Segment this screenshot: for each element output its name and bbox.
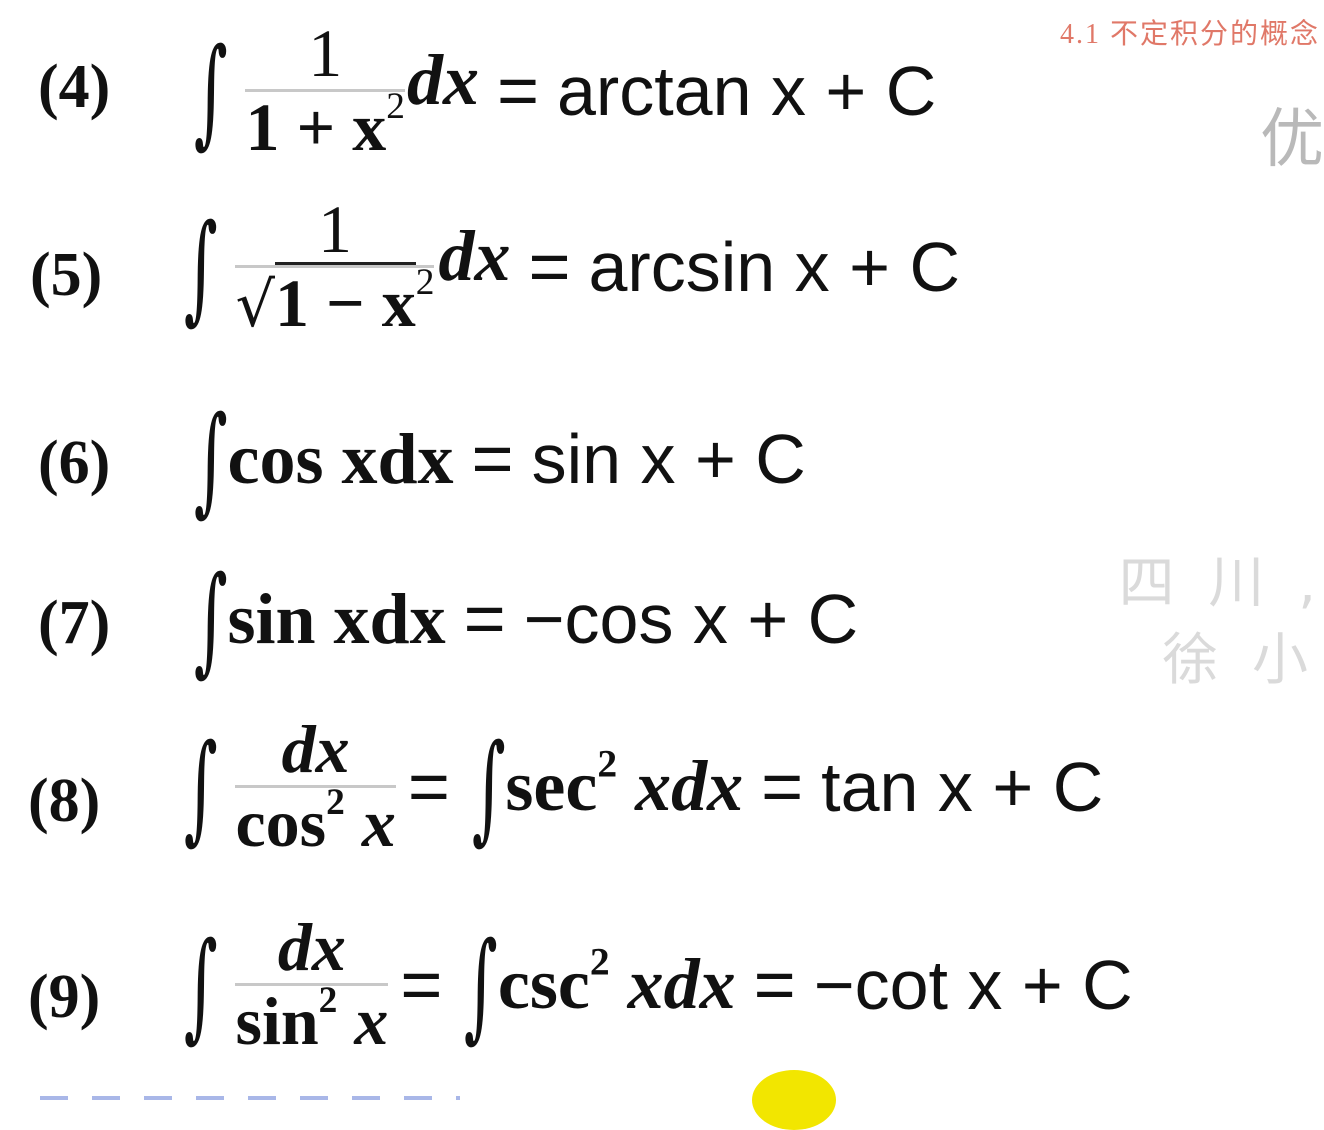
- equals-sign: =: [400, 944, 443, 1025]
- integral-sign: ∫: [183, 197, 218, 336]
- result: −cos x + C: [523, 580, 859, 658]
- integral-sign: ∫: [193, 21, 228, 160]
- formula-number: (7): [38, 589, 111, 657]
- numerator: dx: [277, 909, 346, 985]
- integrand: csc2 xdx: [497, 939, 736, 1025]
- equals-sign: =: [463, 579, 506, 659]
- integrand: sin xdx: [227, 578, 446, 659]
- formula-number: (8): [28, 767, 101, 835]
- integrand: sec2 xdx: [505, 741, 744, 827]
- watermark-middle: 四 川 ,: [1118, 551, 1324, 616]
- result: sin x + C: [531, 420, 806, 498]
- formula-number: (6): [38, 429, 111, 497]
- equals-sign: =: [407, 746, 450, 827]
- denominator: √1 − x2: [235, 262, 435, 342]
- integral-sign-2: ∫: [464, 915, 499, 1054]
- differential: dx: [438, 216, 511, 297]
- numerator: 1: [308, 15, 343, 91]
- slide-header: 4.1 不定积分的概念: [1059, 19, 1320, 50]
- denominator: sin2 x: [235, 980, 389, 1060]
- equals-sign: =: [471, 419, 514, 499]
- equals-sign: =: [496, 50, 539, 131]
- integral-sign: ∫: [183, 717, 218, 856]
- formula-number: (5): [30, 241, 103, 309]
- integral-sign: ∫: [193, 550, 228, 688]
- result: −cot x + C: [813, 945, 1133, 1024]
- integral-sign-2: ∫: [471, 717, 506, 856]
- fraction: dx cos2 x: [235, 711, 396, 862]
- integral-sign: ∫: [183, 915, 218, 1054]
- sqrt-sign: √: [235, 268, 275, 342]
- formula-number: (4): [38, 53, 111, 121]
- watermark-top: 优: [1260, 103, 1324, 177]
- equals-sign-2: =: [761, 746, 804, 827]
- equals-sign: =: [528, 226, 571, 307]
- denominator: cos2 x: [235, 782, 396, 862]
- denominator: 1 + x2: [245, 86, 405, 166]
- fraction: 1 √1 − x2: [235, 191, 435, 342]
- cursor-highlight: [752, 1070, 836, 1130]
- numerator: 1: [317, 191, 352, 267]
- result: tan x + C: [821, 747, 1104, 826]
- result: arctan x + C: [556, 51, 937, 130]
- watermark-lower: 徐 小: [1162, 628, 1316, 693]
- numerator: dx: [281, 711, 350, 787]
- integrand: cos xdx: [227, 418, 454, 499]
- fraction: dx sin2 x: [235, 909, 389, 1060]
- differential: dx: [406, 40, 479, 121]
- integral-sign: ∫: [193, 390, 228, 528]
- result: arcsin x + C: [588, 227, 961, 306]
- equals-sign-2: =: [753, 944, 796, 1025]
- formula-number: (9): [28, 963, 101, 1031]
- bottom-decorative-line: [40, 1096, 460, 1100]
- fraction: 1 1 + x2: [245, 15, 405, 166]
